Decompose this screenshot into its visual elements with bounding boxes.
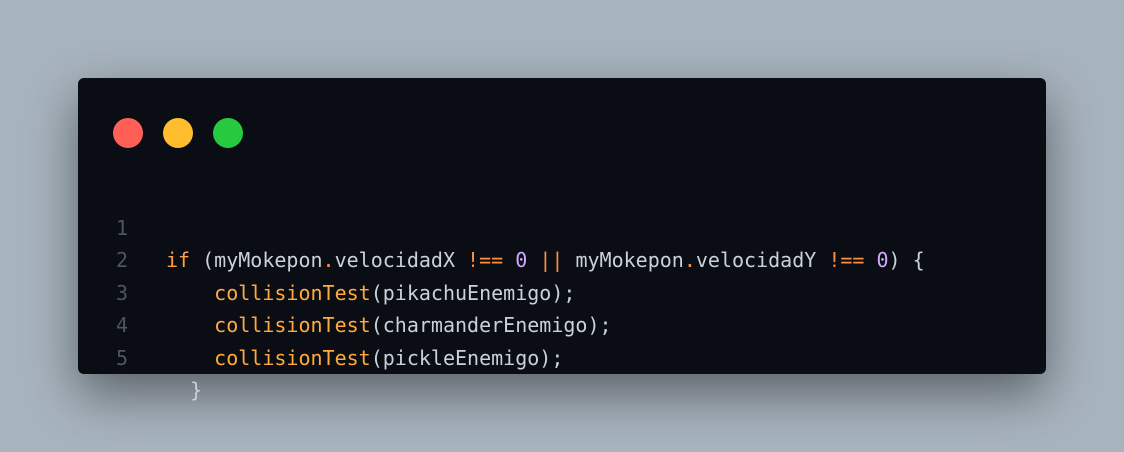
code-line: 4 collisionTest(pickleEnemigo);	[78, 277, 1046, 370]
code-line: 5 }	[78, 309, 1046, 403]
code-token: }	[166, 378, 203, 402]
code-line: 3 collisionTest(charmanderEnemigo);	[78, 244, 1046, 338]
window-controls	[113, 118, 243, 148]
code-line-content: }	[166, 374, 202, 407]
code-line: 2 collisionTest(pikachuEnemigo);	[78, 212, 1046, 305]
line-number: 5	[116, 345, 129, 370]
close-dot-icon[interactable]	[113, 118, 143, 148]
code-token: collisionTest	[214, 345, 371, 370]
code-window: 1 if (myMokepon.velocidadX !== 0 || myMo…	[78, 78, 1046, 403]
minimize-dot-icon[interactable]	[163, 118, 193, 148]
code-line-content: collisionTest(pickleEnemigo);	[166, 342, 563, 375]
code-block: 1 if (myMokepon.velocidadX !== 0 || myMo…	[78, 179, 1046, 403]
code-token: (pickleEnemigo);	[370, 345, 564, 370]
code-line: 1 if (myMokepon.velocidadX !== 0 || myMo…	[78, 179, 1046, 273]
maximize-dot-icon[interactable]	[213, 118, 243, 148]
